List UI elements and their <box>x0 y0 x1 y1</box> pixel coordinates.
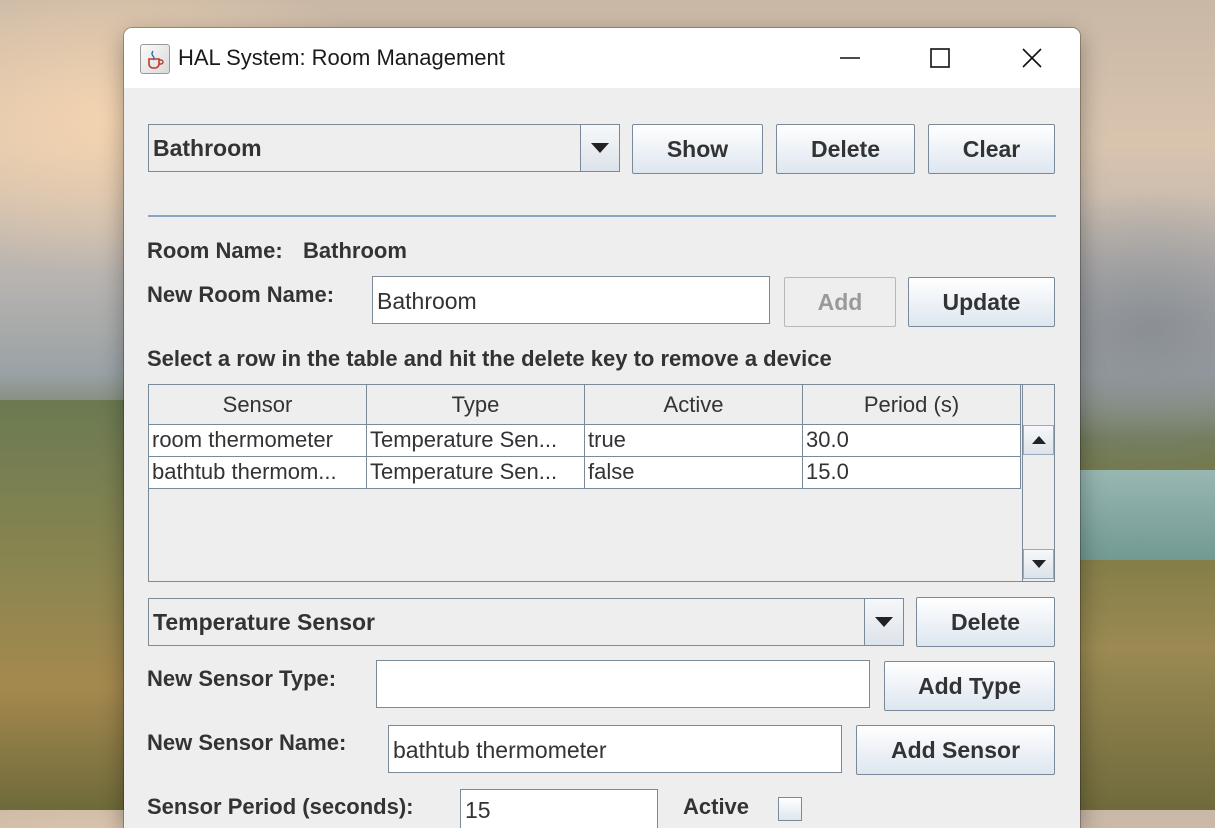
table-cell[interactable]: 15.0 <box>803 457 1021 489</box>
window-title: HAL System: Room Management <box>178 45 505 70</box>
show-button[interactable]: Show <box>632 124 763 174</box>
device-table[interactable]: Sensor Type Active Period (s) room therm… <box>148 384 1055 582</box>
chevron-down-icon <box>591 143 609 153</box>
table-cell[interactable]: Temperature Sen... <box>367 457 585 489</box>
sensor-type-combobox-arrow[interactable] <box>864 599 903 645</box>
arrow-up-icon <box>1031 436 1046 444</box>
room-name-value: Bathroom <box>303 238 407 263</box>
new-sensor-name-label: New Sensor Name: <box>147 730 347 755</box>
table-cell[interactable]: room thermometer <box>149 425 367 457</box>
close-button[interactable] <box>992 28 1072 88</box>
table-cell[interactable]: 30.0 <box>803 425 1021 457</box>
sensor-type-combobox-value: Temperature Sensor <box>153 609 375 635</box>
table-cell[interactable]: true <box>585 425 803 457</box>
active-checkbox[interactable] <box>778 797 802 821</box>
table-row[interactable]: room thermometer Temperature Sen... true… <box>149 425 1021 457</box>
new-room-name-label: New Room Name: <box>147 282 335 307</box>
table-cell[interactable]: Temperature Sen... <box>367 425 585 457</box>
room-name-label: Room Name: <box>147 238 283 263</box>
minimize-button[interactable] <box>810 28 890 88</box>
add-room-button[interactable]: Add <box>784 277 896 327</box>
arrow-down-icon <box>1031 560 1046 568</box>
table-body: room thermometer Temperature Sen... true… <box>149 425 1021 489</box>
table-cell[interactable]: false <box>585 457 803 489</box>
java-coffee-cup-icon <box>140 44 170 74</box>
delete-room-button[interactable]: Delete <box>776 124 915 174</box>
desktop-background-left <box>0 400 130 810</box>
new-sensor-type-field[interactable] <box>376 660 870 708</box>
column-header-sensor[interactable]: Sensor <box>149 385 367 425</box>
add-type-button[interactable]: Add Type <box>884 661 1055 711</box>
maximize-button[interactable] <box>900 28 980 88</box>
update-room-button[interactable]: Update <box>908 277 1055 327</box>
room-combobox-arrow[interactable] <box>580 125 619 171</box>
desktop-background-water <box>1080 470 1215 560</box>
close-icon <box>1022 48 1042 68</box>
column-header-type[interactable]: Type <box>367 385 585 425</box>
separator <box>148 215 1056 217</box>
minimize-icon <box>840 57 860 59</box>
table-scrollbar[interactable] <box>1022 385 1054 581</box>
table-cell[interactable]: bathtub thermom... <box>149 457 367 489</box>
room-combobox-value: Bathroom <box>153 135 262 161</box>
sensor-type-combobox[interactable]: Temperature Sensor <box>148 598 904 646</box>
maximize-icon <box>930 48 950 68</box>
room-combobox[interactable]: Bathroom <box>148 124 620 172</box>
sensor-period-label: Sensor Period (seconds): <box>147 794 414 819</box>
instructions-text: Select a row in the table and hit the de… <box>147 346 832 371</box>
window-content: Bathroom Show Delete Clear Room Name: Ba… <box>124 88 1080 828</box>
table-header: Sensor Type Active Period (s) <box>149 385 1021 425</box>
new-sensor-name-field[interactable]: bathtub thermometer <box>388 725 842 773</box>
new-room-name-field[interactable]: Bathroom <box>372 276 770 324</box>
active-label: Active <box>683 794 750 819</box>
add-sensor-button[interactable]: Add Sensor <box>856 725 1055 775</box>
column-header-period[interactable]: Period (s) <box>803 385 1021 425</box>
chevron-down-icon <box>875 617 893 627</box>
scroll-down-button[interactable] <box>1023 549 1054 579</box>
sensor-period-field[interactable]: 15 <box>460 789 658 828</box>
column-header-active[interactable]: Active <box>585 385 803 425</box>
new-sensor-type-label: New Sensor Type: <box>147 666 337 691</box>
title-bar: HAL System: Room Management <box>124 28 1080 88</box>
clear-button[interactable]: Clear <box>928 124 1055 174</box>
scroll-up-button[interactable] <box>1023 425 1054 455</box>
delete-sensor-type-button[interactable]: Delete <box>916 597 1055 647</box>
table-row[interactable]: bathtub thermom... Temperature Sen... fa… <box>149 457 1021 489</box>
room-management-window: HAL System: Room Management Bathroom Sho… <box>124 28 1080 828</box>
